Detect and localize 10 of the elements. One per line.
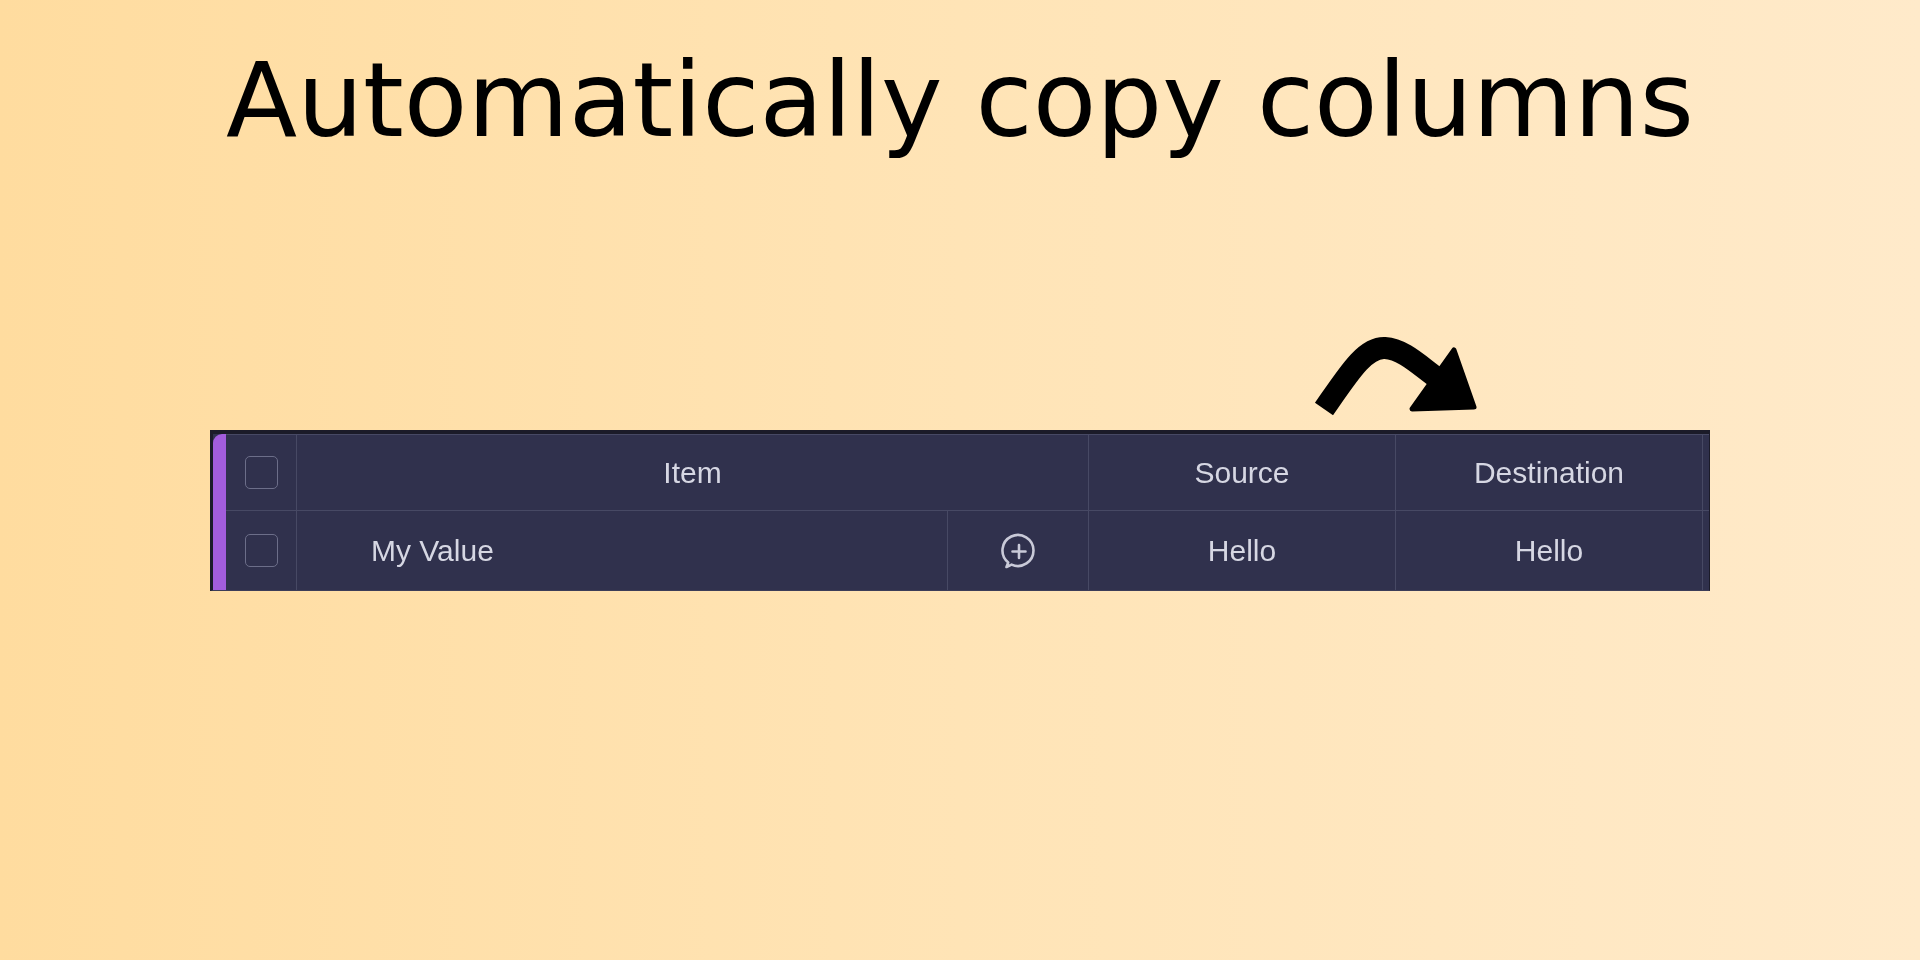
table-cell: Hello [1396,511,1703,590]
chat-plus-icon[interactable] [1000,532,1036,569]
column-header: Destination [1396,434,1703,511]
column-header: Item [297,434,1089,511]
checkbox[interactable] [244,534,278,567]
checkbox[interactable] [244,456,278,489]
column-header: Source [1089,434,1396,511]
item-name: My Value [371,533,494,568]
page-title: Automatically copy columns [226,40,1694,161]
table-cell: Hello [1089,511,1396,590]
